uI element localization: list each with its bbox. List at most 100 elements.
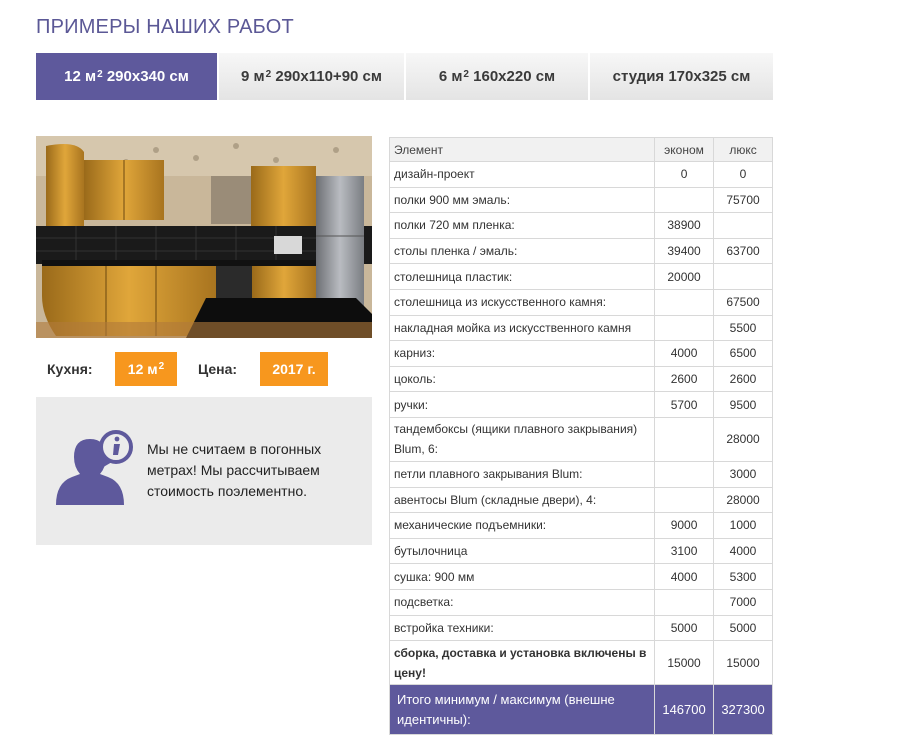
table-row: петли плавного закрывания Blum: 3000: [388, 460, 773, 488]
row-economy-cell: [654, 416, 715, 462]
row-lux-cell: 5500: [713, 314, 773, 342]
row-element-cell: механические подъемники:: [388, 512, 656, 539]
table-row: встройка техники: 5000 5000: [388, 614, 773, 642]
row-economy-cell: 4000: [654, 340, 715, 367]
kitchen-size-badge: 12 м2: [115, 352, 177, 386]
row-lux-cell: 28000: [713, 486, 773, 514]
row-element-cell: столы пленка / эмаль:: [388, 237, 656, 265]
row-economy-cell: 3100: [654, 537, 715, 565]
price-table: Элемент эконом люкс дизайн-проект 0 0 полки…: [388, 137, 773, 736]
tab-superscript: 2: [97, 69, 103, 80]
row-element-cell: сушка: 900 мм: [388, 563, 656, 590]
tab-label: 6 м: [438, 68, 463, 85]
row-economy-cell: 20000: [654, 263, 715, 290]
tab-9m[interactable]: 9 м2 290х110+90 см: [219, 53, 406, 100]
row-element-cell: дизайн-проект: [388, 161, 656, 188]
row-element-cell: столешница пластик:: [388, 263, 656, 290]
row-lux-cell: 9500: [713, 391, 773, 418]
row-economy-cell: [654, 486, 715, 514]
table-body: дизайн-проект 0 0 полки 900 мм эмаль: 75700 п…: [388, 161, 773, 736]
tab-label: студия 170х325 см: [612, 68, 751, 85]
row-lux-cell: 15000: [713, 640, 773, 686]
tab-12m[interactable]: 12 м2 290х340 см: [36, 53, 219, 100]
tab-superscript: 2: [463, 69, 469, 80]
row-element-cell: полки 900 мм эмаль:: [388, 186, 656, 214]
tab-label: 12 м: [64, 68, 97, 85]
table-row: карниз: 4000 6500: [388, 340, 773, 367]
kitchen-meta: Кухня: 12 м2 Цена: 2017 г.: [36, 352, 372, 386]
table-row: подсветка: 7000: [388, 588, 773, 616]
tab-size: 290х110+90 см: [275, 68, 382, 85]
row-economy-cell: 2600: [654, 365, 715, 393]
table-row: столешница из искусственного камня: 67500: [388, 288, 773, 316]
table-row: тандембоксы (ящики плавного закрывания) …: [388, 416, 773, 462]
column-header-element: Элемент: [388, 137, 656, 162]
row-economy-cell: [654, 314, 715, 342]
info-box: Мы не считаем в погонных метрах! Мы расс…: [36, 397, 372, 545]
row-element-cell: ручки:: [388, 391, 656, 418]
table-row: бутылочница 3100 4000: [388, 537, 773, 565]
row-element-cell: карниз:: [388, 340, 656, 367]
total-label-cell: Итого минимум / максимум (внешне идентич…: [388, 684, 656, 736]
row-economy-cell: 15000: [654, 640, 715, 686]
row-economy-cell: [654, 186, 715, 214]
row-lux-cell: 5300: [713, 563, 773, 590]
row-element-cell: авентосы Blum (складные двери), 4:: [388, 486, 656, 514]
row-element-cell: накладная мойка из искусственного камня: [388, 314, 656, 342]
total-economy-cell: 146700: [654, 684, 715, 736]
table-row: полки 900 мм эмаль: 75700: [388, 186, 773, 214]
person-info-icon: [50, 425, 138, 509]
total-lux-cell: 327300: [713, 684, 773, 736]
table-header-row: Элемент эконом люкс: [388, 137, 773, 162]
kitchen-size-superscript: 2: [158, 360, 165, 372]
total-row: Итого минимум / максимум (внешне идентич…: [388, 684, 773, 736]
table-row: сушка: 900 мм 4000 5300: [388, 563, 773, 590]
row-lux-cell: 3000: [713, 460, 773, 488]
column-header-lux: люкс: [713, 137, 773, 162]
table-row: авентосы Blum (складные двери), 4: 28000: [388, 486, 773, 514]
row-lux-cell: 75700: [713, 186, 773, 214]
row-element-cell: петли плавного закрывания Blum:: [388, 460, 656, 488]
kitchen-photo[interactable]: [36, 136, 372, 338]
row-economy-cell: 39400: [654, 237, 715, 265]
row-element-cell: столешница из искусственного камня:: [388, 288, 656, 316]
info-text: Мы не считаем в погонных метрах! Мы расс…: [147, 441, 322, 499]
tab-studio[interactable]: студия 170х325 см: [590, 53, 773, 100]
row-economy-cell: 0: [654, 161, 715, 188]
table-row: накладная мойка из искусственного камня 5…: [388, 314, 773, 342]
row-lux-cell: [713, 212, 773, 239]
tab-size: 290х340 см: [106, 68, 189, 85]
row-economy-cell: 9000: [654, 512, 715, 539]
row-economy-cell: [654, 460, 715, 488]
page-title: ПРИМЕРЫ НАШИХ РАБОТ: [36, 16, 294, 38]
table-row: сборка, доставка и установка включены в …: [388, 640, 773, 686]
row-economy-cell: 38900: [654, 212, 715, 239]
size-tabs: 12 м2 290х340 см 9 м2 290х110+90 см 6 м2…: [36, 53, 773, 100]
row-element-cell: тандембоксы (ящики плавного закрывания) …: [388, 416, 656, 462]
tab-superscript: 2: [265, 69, 272, 80]
kitchen-photo-illustration: [36, 136, 372, 338]
kitchen-size-label: Кухня:: [47, 361, 93, 377]
row-lux-cell: 6500: [713, 340, 773, 367]
table-row: цоколь: 2600 2600: [388, 365, 773, 393]
tab-label: 9 м: [241, 68, 265, 85]
row-economy-cell: 5700: [654, 391, 715, 418]
row-lux-cell: 67500: [713, 288, 773, 316]
row-element-cell: сборка, доставка и установка включены в …: [388, 640, 656, 686]
row-element-cell: цоколь:: [388, 365, 656, 393]
row-lux-cell: 7000: [713, 588, 773, 616]
table-row: ручки: 5700 9500: [388, 391, 773, 418]
price-value: 2017 г.: [272, 361, 316, 377]
row-lux-cell: 0: [713, 161, 773, 188]
table-row: дизайн-проект 0 0: [388, 161, 773, 188]
row-element-cell: бутылочница: [388, 537, 656, 565]
table-row: механические подъемники: 9000 1000: [388, 512, 773, 539]
table-row: полки 720 мм пленка: 38900: [388, 212, 773, 239]
row-element-cell: полки 720 мм пленка:: [388, 212, 656, 239]
row-economy-cell: 4000: [654, 563, 715, 590]
row-lux-cell: 4000: [713, 537, 773, 565]
price-label: Цена:: [198, 361, 238, 377]
row-economy-cell: [654, 588, 715, 616]
row-lux-cell: 5000: [713, 614, 773, 642]
tab-6m[interactable]: 6 м2 160х220 см: [406, 53, 590, 100]
